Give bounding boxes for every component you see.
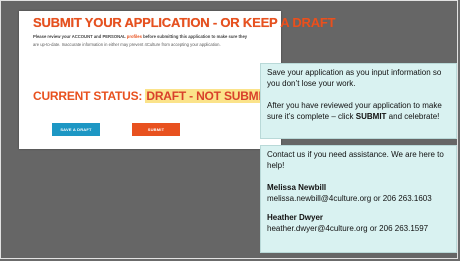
- instructions-line-2: are up-to-date. Inaccurate information i…: [33, 42, 221, 47]
- status-label: CURRENT STATUS:: [33, 89, 146, 103]
- instructions-and: and: [92, 34, 103, 39]
- contact-intro: Contact us if you need assistance. We ar…: [267, 150, 444, 170]
- personal-profile-link[interactable]: PERSONAL: [102, 34, 125, 39]
- callout-submit-bold: SUBMIT: [355, 112, 387, 121]
- account-profile-link[interactable]: ACCOUNT: [72, 34, 93, 39]
- slide-frame: SUBMIT YOUR APPLICATION - OR KEEP A DRAF…: [0, 0, 458, 259]
- current-status: CURRENT STATUS: DRAFT - NOT SUBMITTED: [33, 89, 294, 103]
- callout-submit-text: After you have reviewed your application…: [267, 101, 442, 121]
- form-title: SUBMIT YOUR APPLICATION - OR KEEP A DRAF…: [33, 15, 336, 30]
- save-draft-button[interactable]: SAVE A DRAFT: [52, 123, 100, 136]
- instructions-prefix: Please review your: [33, 34, 72, 39]
- submit-button[interactable]: SUBMIT: [132, 123, 180, 136]
- instructions-rest: before submitting this application to ma…: [141, 34, 248, 39]
- save-submit-callout: Save your application as you input infor…: [260, 63, 457, 139]
- contact-2-name: Heather Dwyer: [267, 213, 324, 222]
- contact-1-info: melissa.newbill@4culture.org or 206 263.…: [267, 194, 432, 203]
- callout-save-text: Save your application as you input infor…: [267, 68, 442, 88]
- contact-2-info: heather.dwyer@4culture.org or 206 263.15…: [267, 224, 429, 233]
- profiles-link[interactable]: profiles: [126, 34, 142, 39]
- form-instructions: Please review your ACCOUNT and PERSONAL …: [33, 33, 315, 49]
- application-form-card: SUBMIT YOUR APPLICATION - OR KEEP A DRAF…: [19, 11, 336, 149]
- contact-1-name: Melissa Newbill: [267, 183, 327, 192]
- contact-callout: Contact us if you need assistance. We ar…: [260, 145, 457, 253]
